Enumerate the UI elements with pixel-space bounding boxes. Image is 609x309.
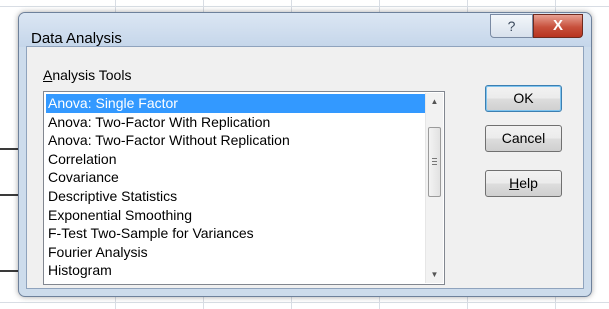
mnemonic: A — [43, 67, 53, 83]
list-item[interactable]: Exponential Smoothing — [46, 206, 426, 225]
label-text: nalysis Tools — [52, 67, 132, 83]
list-item[interactable]: Histogram — [46, 261, 426, 280]
cancel-button[interactable]: Cancel — [485, 125, 562, 152]
analysis-tools-label: Analysis Tools — [43, 67, 131, 83]
grid-line — [0, 6, 609, 7]
dialog-body: Analysis Tools Anova: Single Factor Anova… — [26, 46, 584, 289]
list-item[interactable]: Fourier Analysis — [46, 243, 426, 262]
title-bar[interactable]: Data Analysis ? X — [19, 13, 591, 47]
list-item[interactable]: Covariance — [46, 168, 426, 187]
data-analysis-dialog: Data Analysis ? X Analysis Tools Anova: … — [18, 12, 592, 297]
grip-line — [432, 161, 437, 162]
list-item[interactable]: F-Test Two-Sample for Variances — [46, 224, 426, 243]
help-button[interactable]: Help — [485, 170, 562, 197]
analysis-tools-list[interactable]: Anova: Single Factor Anova: Two-Factor Wi… — [43, 91, 445, 285]
grip-line — [432, 164, 437, 165]
scroll-thumb[interactable] — [428, 127, 441, 197]
list-item[interactable]: Anova: Two-Factor With Replication — [46, 113, 426, 132]
list-item[interactable]: Anova: Two-Factor Without Replication — [46, 131, 426, 150]
dialog-title: Data Analysis — [31, 30, 122, 47]
grid-line — [0, 302, 609, 303]
help-label: elp — [519, 175, 538, 191]
list-items: Anova: Single Factor Anova: Two-Factor Wi… — [46, 94, 426, 280]
grip-line — [432, 158, 437, 159]
scroll-down-icon[interactable]: ▼ — [426, 266, 443, 283]
mnemonic: H — [509, 175, 520, 191]
help-icon[interactable]: ? — [490, 14, 533, 38]
vertical-scrollbar[interactable]: ▲ ▼ — [425, 93, 443, 283]
close-icon[interactable]: X — [533, 14, 583, 38]
ok-button[interactable]: OK — [485, 85, 562, 112]
list-item[interactable]: Correlation — [46, 150, 426, 169]
list-item[interactable]: Anova: Single Factor — [46, 94, 426, 113]
scroll-up-icon[interactable]: ▲ — [426, 93, 443, 110]
list-item[interactable]: Descriptive Statistics — [46, 187, 426, 206]
